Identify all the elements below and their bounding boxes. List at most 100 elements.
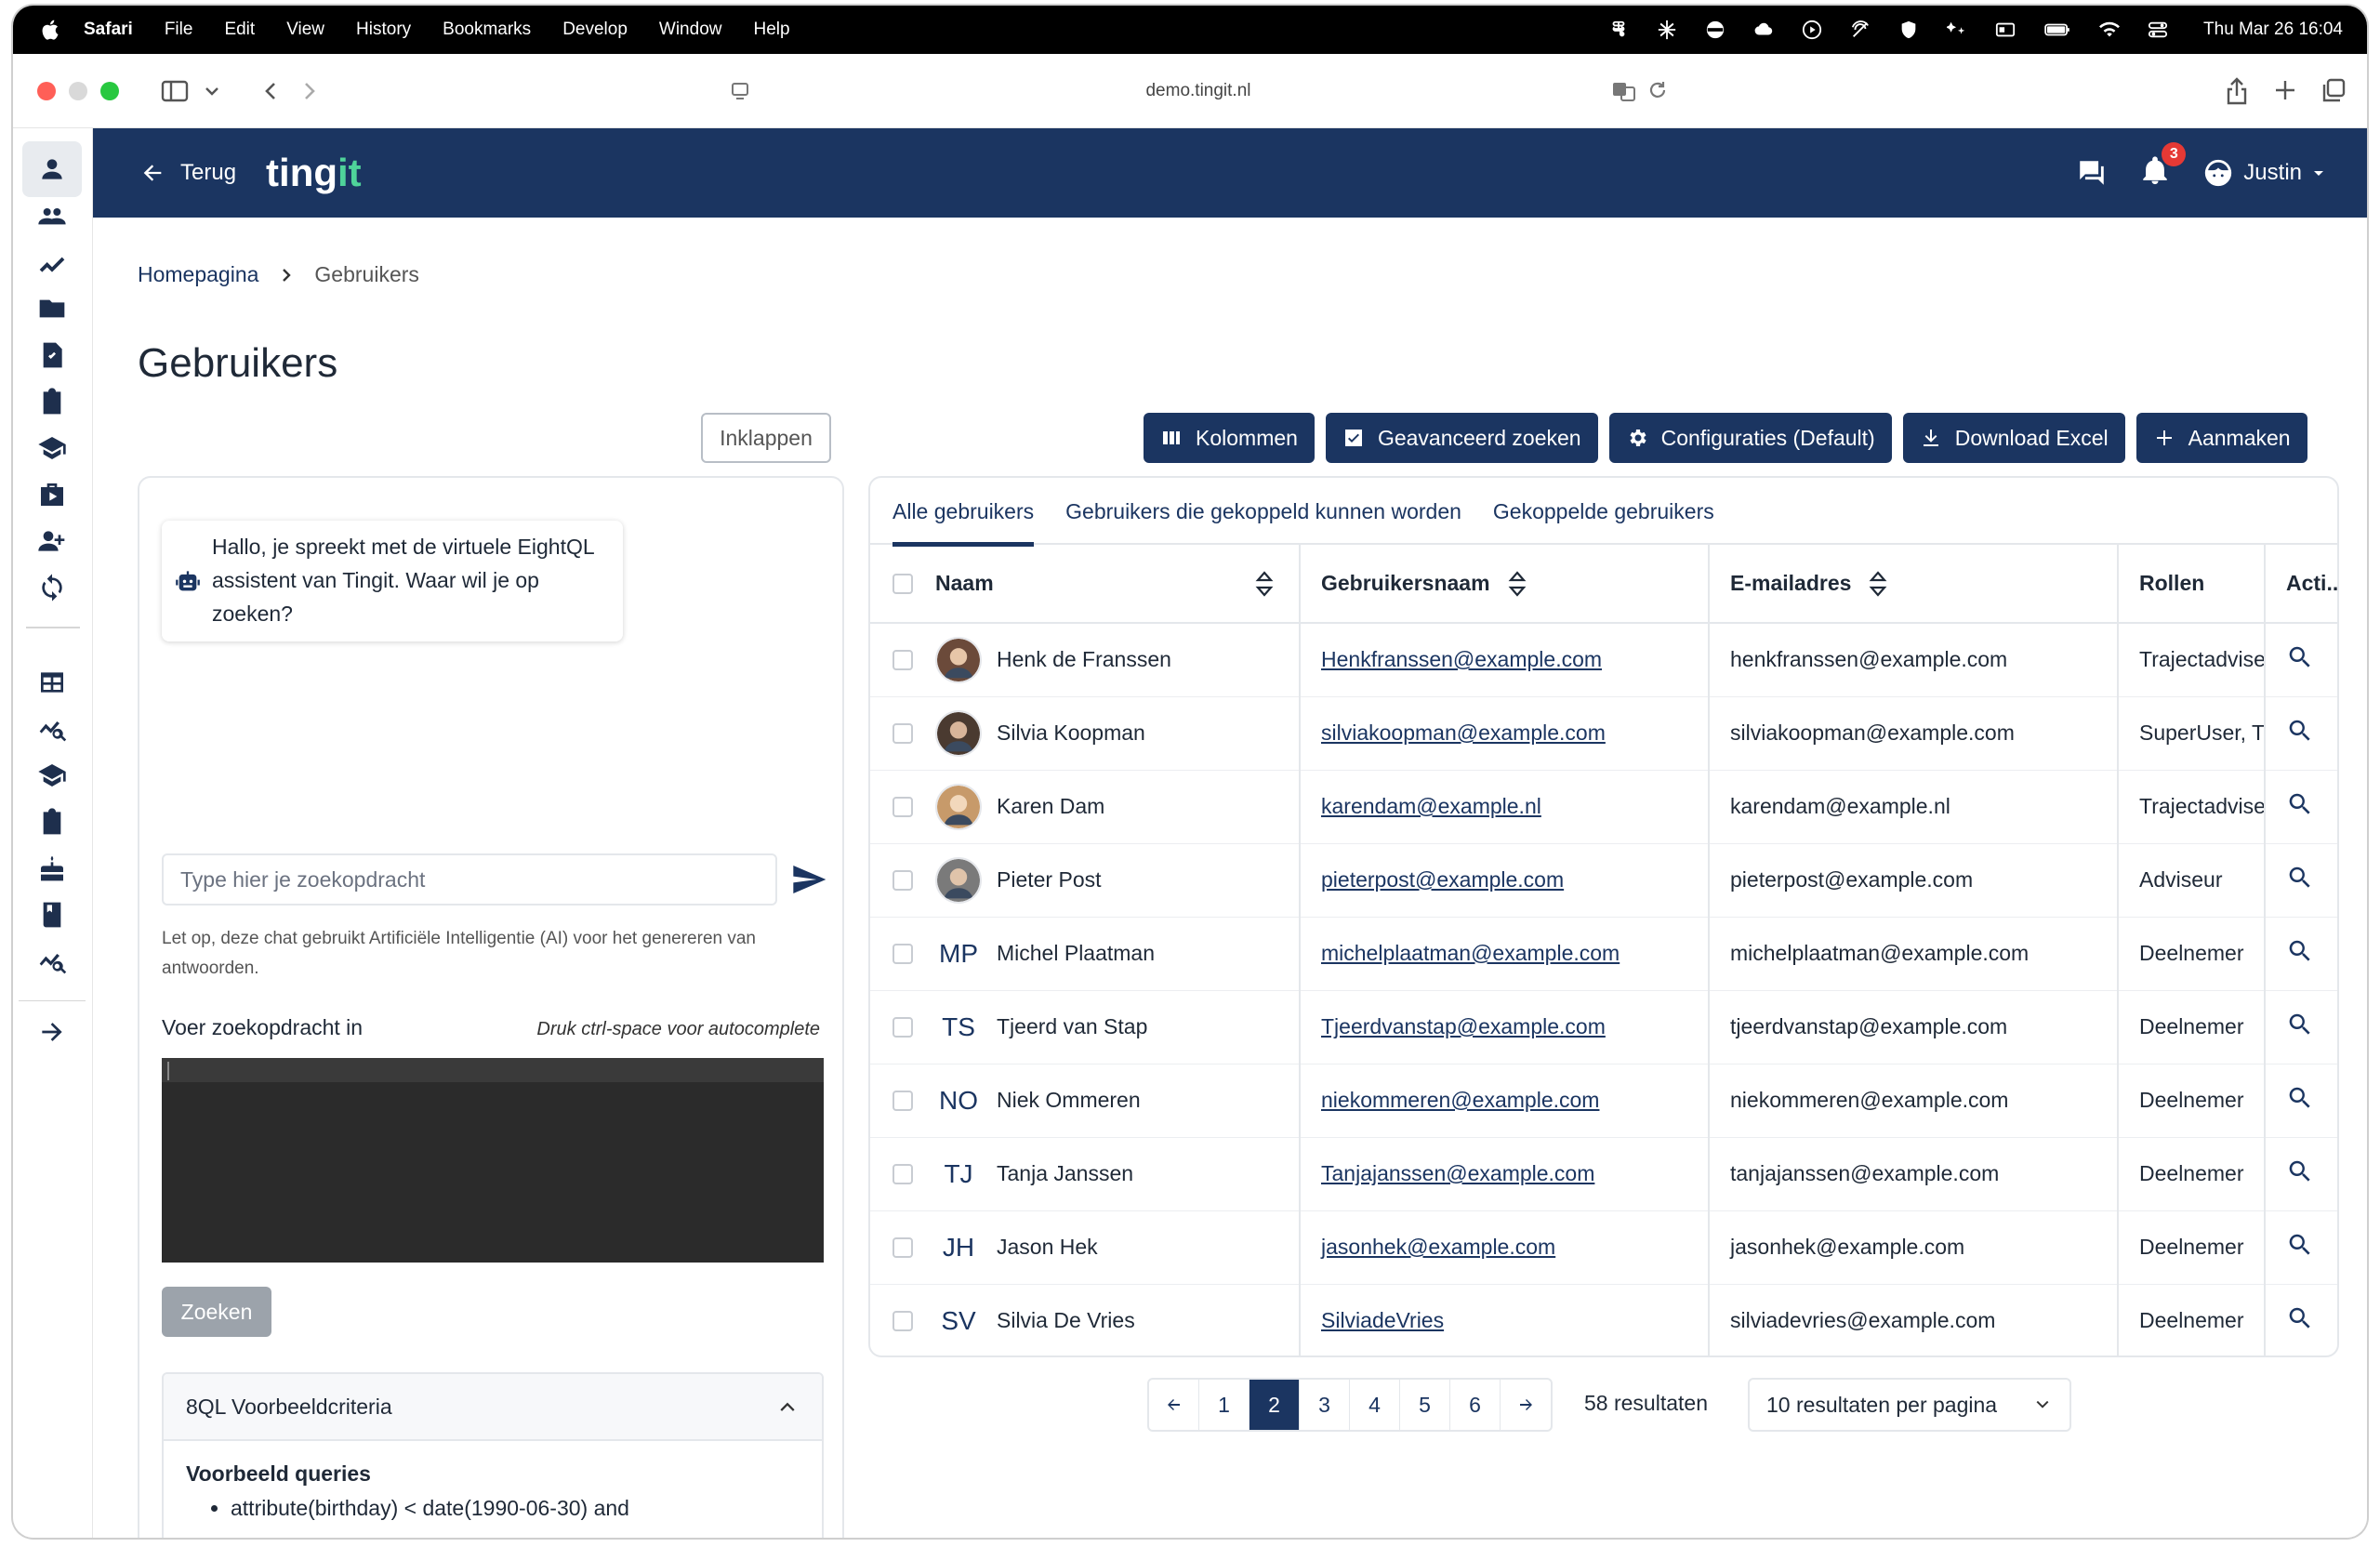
username-link[interactable]: SilviadeVries [1321, 1308, 1444, 1332]
weather-icon[interactable] [1753, 20, 1774, 40]
play-icon[interactable] [1802, 20, 1822, 40]
shield-icon[interactable] [1898, 20, 1919, 40]
row-checkbox[interactable] [892, 722, 913, 744]
sort-icon[interactable] [1254, 570, 1275, 598]
tab-linkable-users[interactable]: Gebruikers die gekoppeld kunnen worden [1065, 478, 1461, 545]
table-row[interactable]: Silvia Koopman silviakoopman@example.com… [870, 696, 2337, 771]
sidebar-item-sync[interactable] [22, 560, 82, 615]
header-roles[interactable]: Rollen [2118, 545, 2265, 624]
table-row[interactable]: SV Silvia De Vries SilviadeVries silviade… [870, 1284, 2337, 1355]
translate-icon[interactable] [1612, 80, 1636, 102]
table-row[interactable]: Henk de Franssen Henkfranssen@example.co… [870, 623, 2337, 697]
table-row[interactable]: Pieter Post pieterpost@example.com piete… [870, 843, 2337, 918]
view-user-search-icon[interactable] [2286, 1231, 2314, 1259]
prev-page-button[interactable] [1149, 1380, 1199, 1430]
select-all-checkbox[interactable] [892, 573, 913, 594]
view-user-search-icon[interactable] [2286, 1157, 2314, 1185]
chat-input[interactable]: Type hier je zoekopdracht [162, 853, 777, 906]
page-4[interactable]: 4 [1350, 1380, 1400, 1430]
figma-icon[interactable] [1608, 20, 1629, 40]
user-menu[interactable]: Justin [2202, 157, 2326, 189]
view-user-search-icon[interactable] [2286, 1011, 2314, 1038]
header-name[interactable]: Naam [935, 545, 1301, 624]
tingit-logo[interactable]: tingit [266, 151, 362, 195]
row-checkbox[interactable] [892, 1236, 913, 1258]
sparkle-icon[interactable] [1657, 20, 1677, 40]
reload-icon[interactable] [1647, 80, 1668, 100]
view-user-search-icon[interactable] [2286, 643, 2314, 671]
wifi-icon[interactable] [2099, 20, 2121, 40]
tab-group-dropdown[interactable] [193, 73, 231, 110]
zoom-window-button[interactable] [100, 81, 119, 100]
card-icon[interactable] [1995, 20, 2016, 40]
sidebar-item-reports[interactable] [22, 933, 82, 989]
minimize-window-button[interactable] [69, 81, 87, 100]
username-link[interactable]: Henkfranssen@example.com [1321, 647, 1602, 671]
chat-icon[interactable] [2076, 157, 2108, 189]
back-nav-button[interactable] [253, 73, 290, 110]
next-page-button[interactable] [1501, 1380, 1551, 1430]
sidebar-expand-button[interactable] [22, 1004, 82, 1060]
table-row[interactable]: Karen Dam karendam@example.nl karendam@e… [870, 770, 2337, 844]
forward-nav-button[interactable] [290, 73, 327, 110]
username-link[interactable]: karendam@example.nl [1321, 794, 1541, 818]
username-link[interactable]: michelplaatman@example.com [1321, 941, 1620, 965]
view-user-search-icon[interactable] [2286, 937, 2314, 965]
advanced-search-button[interactable]: Geavanceerd zoeken [1325, 413, 1598, 463]
accordion-header[interactable]: 8QL Voorbeeldcriteria [164, 1374, 822, 1441]
notifications-button[interactable]: 3 [2139, 141, 2187, 192]
menubar-clock[interactable]: Thu Mar 26 16:04 [2203, 20, 2343, 40]
example-query[interactable]: attribute(birthday) < date(1990-06-30) a… [231, 1492, 822, 1524]
username-link[interactable]: Tanjajanssen@example.com [1321, 1161, 1594, 1185]
username-link[interactable]: niekommeren@example.com [1321, 1088, 1599, 1112]
view-user-search-icon[interactable] [2286, 790, 2314, 818]
airdrop-icon[interactable] [1850, 20, 1871, 40]
per-page-select[interactable]: 10 resultaten per pagina [1748, 1378, 2071, 1432]
address-bar[interactable]: demo.tingit.nl [720, 69, 1677, 113]
username-link[interactable]: Tjeerdvanstap@example.com [1321, 1014, 1606, 1038]
vpn-icon[interactable] [1705, 20, 1726, 40]
share-icon[interactable] [2224, 76, 2250, 105]
menu-help[interactable]: Help [753, 20, 789, 40]
header-username[interactable]: Gebruikersnaam [1300, 545, 1710, 624]
create-button[interactable]: Aanmaken [2135, 413, 2307, 463]
menu-bookmarks[interactable]: Bookmarks [443, 20, 531, 40]
page-settings-icon[interactable] [729, 80, 751, 102]
row-checkbox[interactable] [892, 796, 913, 817]
username-link[interactable]: pieterpost@example.com [1321, 867, 1564, 892]
menu-app-safari[interactable]: Safari [84, 20, 133, 40]
configurations-button[interactable]: Configuraties (Default) [1608, 413, 1892, 463]
menu-file[interactable]: File [165, 20, 193, 40]
row-checkbox[interactable] [892, 943, 913, 964]
search-button[interactable]: Zoeken [162, 1287, 271, 1337]
sort-icon[interactable] [1868, 570, 1888, 598]
download-excel-button[interactable]: Download Excel [1902, 413, 2125, 463]
view-user-search-icon[interactable] [2286, 864, 2314, 892]
tab-linked-users[interactable]: Gekoppelde gebruikers [1493, 478, 1714, 545]
row-checkbox[interactable] [892, 869, 913, 891]
tab-overview-icon[interactable] [2320, 77, 2347, 103]
sidebar-toggle-button[interactable] [156, 73, 193, 110]
page-3[interactable]: 3 [1300, 1380, 1350, 1430]
row-checkbox[interactable] [892, 1163, 913, 1184]
table-row[interactable]: TJ Tanja Janssen Tanjajanssen@example.com… [870, 1137, 2337, 1211]
view-user-search-icon[interactable] [2286, 1084, 2314, 1112]
control-center-icon[interactable] [2148, 20, 2168, 40]
breadcrumb-home[interactable]: Homepagina [138, 262, 258, 287]
view-user-search-icon[interactable] [2286, 1304, 2314, 1332]
columns-button[interactable]: Kolommen [1144, 413, 1315, 463]
page-2[interactable]: 2 [1250, 1380, 1300, 1430]
row-checkbox[interactable] [892, 649, 913, 670]
page-5[interactable]: 5 [1400, 1380, 1450, 1430]
table-row[interactable]: NO Niek Ommeren niekommeren@example.com n… [870, 1064, 2337, 1138]
query-editor[interactable] [162, 1058, 824, 1263]
row-checkbox[interactable] [892, 1016, 913, 1038]
collapse-button[interactable]: Inklappen [701, 413, 831, 463]
page-6[interactable]: 6 [1450, 1380, 1501, 1430]
page-1[interactable]: 1 [1199, 1380, 1250, 1430]
battery-icon[interactable] [2043, 20, 2071, 40]
back-link[interactable]: Terug [139, 160, 236, 186]
wand-icon[interactable] [1947, 20, 1967, 40]
table-row[interactable]: TS Tjeerd van Stap Tjeerdvanstap@example.… [870, 990, 2337, 1064]
apple-icon[interactable] [39, 18, 63, 42]
